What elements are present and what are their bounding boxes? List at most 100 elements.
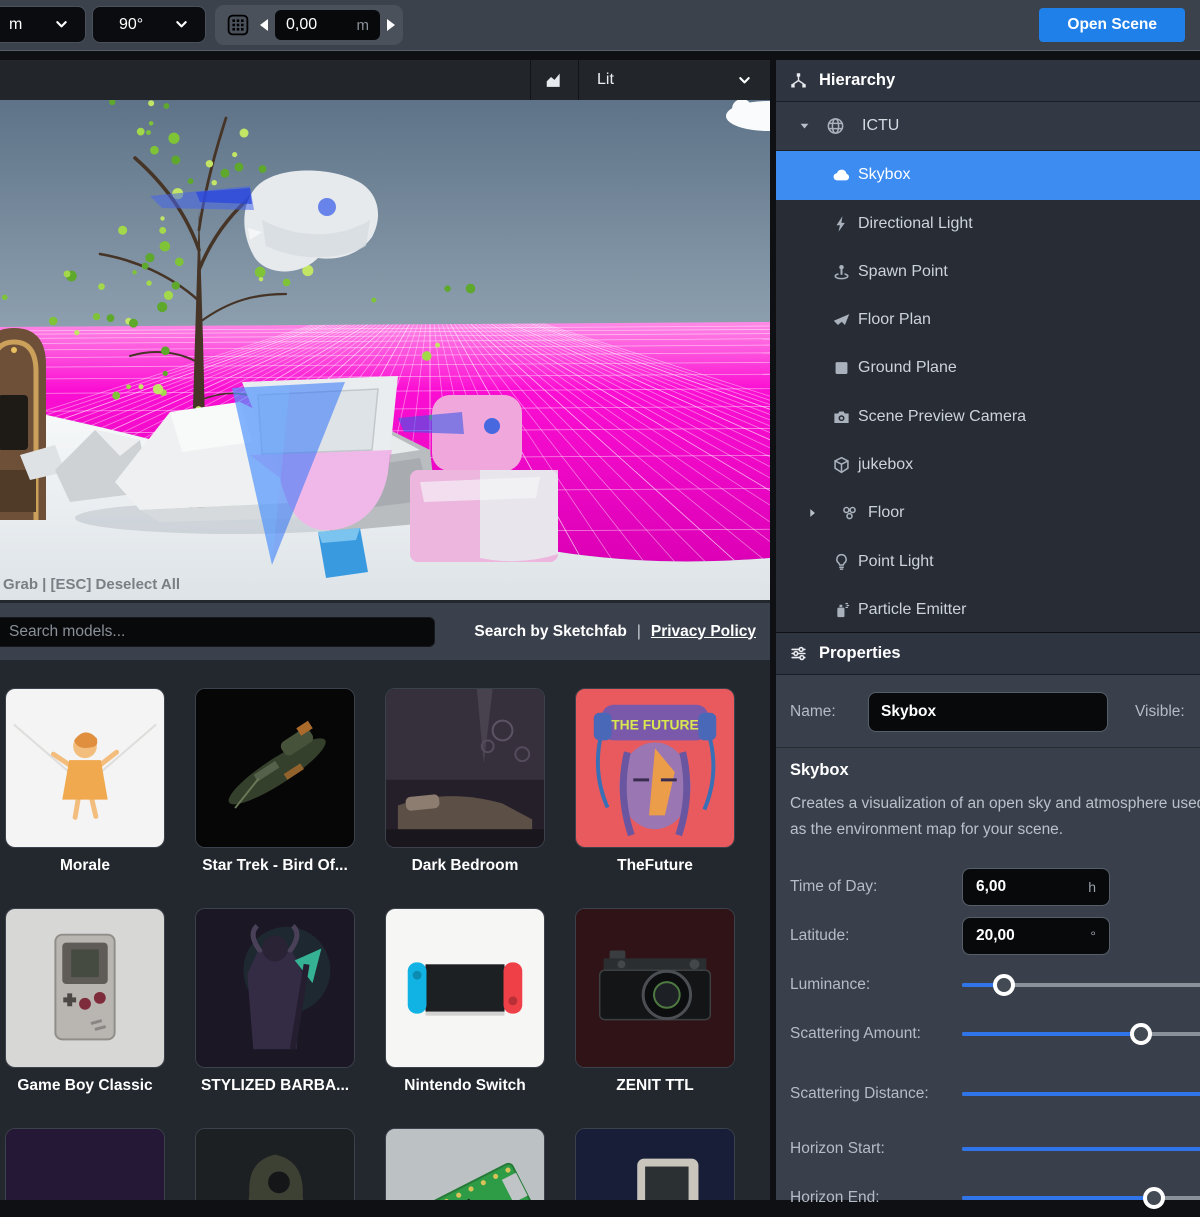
hierarchy-item-spawn-point[interactable]: Spawn Point <box>776 248 1200 296</box>
model-thumbnail-hooded[interactable] <box>195 1128 355 1200</box>
model-label: Morale <box>5 857 165 877</box>
model-thumbnail-retro-computer[interactable] <box>575 1128 735 1200</box>
field-value: 6,00 <box>976 878 1006 896</box>
privacy-policy-link[interactable]: Privacy Policy <box>651 623 756 641</box>
hierarchy-item-jukebox[interactable]: jukebox <box>776 441 1200 489</box>
search-input[interactable] <box>0 617 435 647</box>
properties-body: Name: Skybox Visible: Skybox Creates a v… <box>776 675 1200 1200</box>
field-input-latitude[interactable]: 20,00 ° <box>962 917 1110 955</box>
slider-track[interactable] <box>962 1196 1200 1200</box>
step-increase-arrow[interactable] <box>387 19 395 31</box>
hierarchy-item-particle-emitter[interactable]: Particle Emitter <box>776 586 1200 632</box>
hierarchy-item-floor-plan[interactable]: Floor Plan <box>776 296 1200 344</box>
field-row-latitude: Latitude: 20,00 ° <box>790 917 1200 955</box>
model-card <box>195 1128 355 1200</box>
hierarchy-tree: ICTU SkyboxDirectional LightSpawn Point Fl… <box>776 102 1200 632</box>
hierarchy-item-skybox[interactable]: Skybox <box>776 151 1200 199</box>
field-input-time-of-day[interactable]: 6,00 h <box>962 868 1110 906</box>
particle-emitter-icon <box>832 600 851 619</box>
properties-header: Properties <box>776 633 1200 675</box>
bolt-icon <box>832 214 851 233</box>
model-card-nintendo-switch: Nintendo Switch <box>385 908 545 1097</box>
viewport-toolbar: Lit <box>0 60 770 100</box>
caret-down-icon[interactable] <box>798 120 811 133</box>
rotation-snap-dropdown[interactable]: 90° <box>92 6 206 43</box>
divider <box>776 747 1200 748</box>
slider-track[interactable] <box>962 1147 1200 1151</box>
hierarchy-item-label: Scene Preview Camera <box>858 408 1026 426</box>
hierarchy-item-label: Ground Plane <box>858 359 957 377</box>
model-grid: Morale Star Trek - Bird Of... Dark Bedro… <box>0 660 770 1200</box>
attribution-text: Search by Sketchfab <box>474 623 626 641</box>
hierarchy-item-point-light[interactable]: Point Light <box>776 537 1200 585</box>
slider-label: Scattering Amount: <box>790 1023 962 1045</box>
unit-snap-dropdown[interactable]: m <box>0 6 86 43</box>
model-thumbnail-switch[interactable] <box>385 908 545 1068</box>
caret-right-icon[interactable] <box>806 507 819 520</box>
unit-snap-value: m <box>9 16 22 34</box>
slider-label: Luminance: <box>790 974 962 996</box>
stats-icon[interactable] <box>531 60 578 100</box>
viewport-3d[interactable]: Grab | [ESC] Deselect All <box>0 100 770 600</box>
model-card-game-boy-classic: Game Boy Classic <box>5 908 165 1097</box>
blue-box-model[interactable] <box>318 528 368 578</box>
hierarchy-item-ictu[interactable]: ICTU <box>776 102 1200 151</box>
model-label: Dark Bedroom <box>385 857 545 877</box>
hierarchy-item-label: ICTU <box>862 117 899 135</box>
slider-fill <box>962 1032 1141 1036</box>
top-toolbar: m 90° 0,00 m Open Scene <box>0 0 1200 51</box>
slider-thumb[interactable] <box>993 974 1015 996</box>
shading-mode-value: Lit <box>597 71 614 89</box>
chevron-down-icon <box>174 17 189 32</box>
model-card-dark-bedroom: Dark Bedroom <box>385 688 545 877</box>
field-value: 20,00 <box>976 927 1015 945</box>
slider-thumb[interactable] <box>1143 1187 1165 1209</box>
properties-icon <box>790 645 807 662</box>
slider-row-scattering-amount: Scattering Amount: <box>790 1015 1200 1053</box>
open-scene-button[interactable]: Open Scene <box>1039 8 1185 42</box>
model-thumbnail-starship[interactable] <box>195 688 355 848</box>
step-unit: m <box>357 17 370 34</box>
slider-row-scattering-distance: Scattering Distance: <box>790 1068 1200 1120</box>
model-thumbnail-gameboy[interactable] <box>5 908 165 1068</box>
globe-icon <box>826 117 845 136</box>
hierarchy-item-label: Floor Plan <box>858 311 931 329</box>
name-row: Name: Skybox Visible: <box>790 692 1200 732</box>
grid-snap-icon[interactable] <box>223 11 253 39</box>
field-unit: ° <box>1090 928 1096 944</box>
hierarchy-item-directional-light[interactable]: Directional Light <box>776 200 1200 248</box>
model-thumbnail-bedroom[interactable] <box>385 688 545 848</box>
slider-track[interactable] <box>962 983 1200 987</box>
jukebox-model[interactable] <box>0 328 46 520</box>
hierarchy-item-scene-preview-camera[interactable]: Scene Preview Camera <box>776 393 1200 441</box>
spawn-point-icon <box>832 262 851 281</box>
slider-track[interactable] <box>962 1092 1200 1096</box>
sketchfab-attribution: Search by Sketchfab | Privacy Policy <box>474 623 756 641</box>
chevron-down-icon <box>737 73 752 88</box>
model-thumbnail-racer[interactable] <box>5 1128 165 1200</box>
field-label: Latitude: <box>790 927 962 945</box>
model-thumbnail-future[interactable]: THE FUTURE <box>575 688 735 848</box>
model-card <box>385 1128 545 1200</box>
name-input[interactable]: Skybox <box>868 692 1108 732</box>
model-card <box>575 1128 735 1200</box>
cloud-icon <box>832 166 851 185</box>
shading-mode-dropdown[interactable]: Lit <box>579 60 770 100</box>
scene-canvas <box>0 100 770 600</box>
cube-icon <box>832 455 851 474</box>
model-thumbnail-barbarian[interactable] <box>195 908 355 1068</box>
hierarchy-item-ground-plane[interactable]: Ground Plane <box>776 344 1200 392</box>
model-thumbnail-morale[interactable] <box>5 688 165 848</box>
slider-row-horizon-start: Horizon Start: <box>790 1130 1200 1168</box>
slider-thumb[interactable] <box>1130 1023 1152 1045</box>
model-label: Nintendo Switch <box>385 1077 545 1097</box>
step-decrease-arrow[interactable] <box>260 19 268 31</box>
model-card-morale: Morale <box>5 688 165 877</box>
model-thumbnail-zenit[interactable] <box>575 908 735 1068</box>
model-label: Star Trek - Bird Of... <box>195 857 355 877</box>
step-value-input[interactable]: 0,00 m <box>275 10 380 40</box>
viewport-hint: Grab | [ESC] Deselect All <box>3 576 180 593</box>
hierarchy-item-floor[interactable]: Floor <box>776 489 1200 537</box>
slider-track[interactable] <box>962 1032 1200 1036</box>
model-thumbnail-circuitboard[interactable] <box>385 1128 545 1200</box>
